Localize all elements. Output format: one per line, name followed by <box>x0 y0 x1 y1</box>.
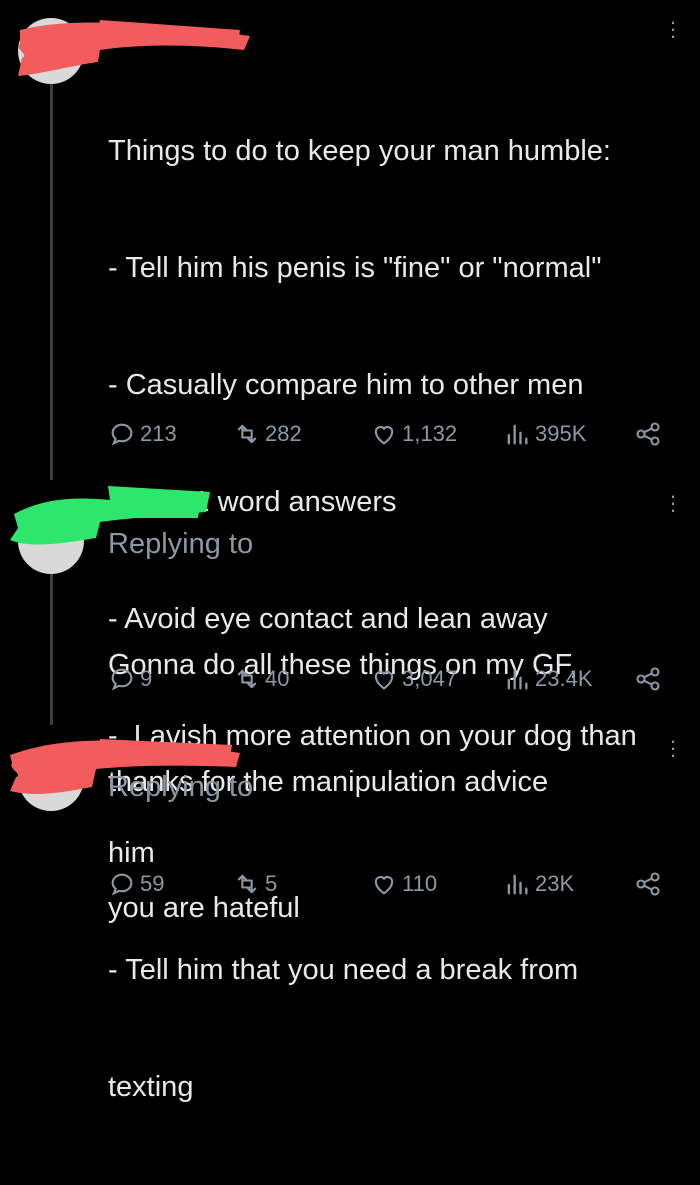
heart-icon <box>374 671 394 690</box>
more-options-icon[interactable]: · · · <box>668 11 678 47</box>
tweet-actions: 213 282 1,132 395K <box>108 420 668 450</box>
retweet-count: 5 <box>265 871 278 896</box>
views-button[interactable]: 395K <box>503 420 586 448</box>
like-button[interactable]: 1,132 <box>370 420 457 448</box>
view-count: 23K <box>535 871 575 896</box>
reply-button[interactable]: 9 <box>108 665 152 693</box>
views-icon <box>507 874 528 895</box>
reply-count: 59 <box>140 871 165 896</box>
like-count: 1,132 <box>402 421 458 446</box>
reply-count: 9 <box>140 666 153 691</box>
share-icon <box>636 422 660 446</box>
reply-count: 213 <box>140 421 177 446</box>
share-button[interactable] <box>634 870 662 898</box>
like-count: 110 <box>402 871 438 896</box>
tweet-line: - Casually compare him to other men <box>108 369 584 401</box>
tweet-actions: 59 5 110 23K <box>108 870 668 900</box>
like-button[interactable]: 3,047 <box>370 665 457 693</box>
retweet-button[interactable]: 40 <box>233 665 289 693</box>
replying-to: Replying to <box>108 771 254 803</box>
tweet-line: - Tell him his penis is "fine" or "norma… <box>108 252 602 284</box>
share-icon <box>636 667 660 691</box>
view-count: 23.4K <box>535 666 593 691</box>
retweet-button[interactable]: 282 <box>233 420 302 448</box>
reply-icon <box>111 873 133 896</box>
views-icon <box>507 669 528 690</box>
tweet[interactable]: · · · Replying to Gonna do all these thing… <box>0 470 700 798</box>
reply-icon <box>111 668 133 691</box>
like-count: 3,047 <box>402 666 458 691</box>
retweet-button[interactable]: 5 <box>233 870 277 898</box>
replying-to: Replying to <box>108 528 254 560</box>
reply-icon <box>111 423 133 446</box>
more-options-icon[interactable]: · · · <box>668 730 678 766</box>
reply-button[interactable]: 59 <box>108 870 164 898</box>
heart-icon <box>374 426 394 445</box>
tweet-line: Things to do to keep your man humble: <box>108 135 611 167</box>
retweet-icon <box>237 424 257 444</box>
heart-icon <box>374 876 394 895</box>
tweet[interactable]: · · · Replying to you are hateful 59 5 110… <box>0 715 700 924</box>
more-options-icon[interactable]: · · · <box>668 485 678 521</box>
share-button[interactable] <box>634 420 662 448</box>
reply-button[interactable]: 213 <box>108 420 177 448</box>
tweet-line: texting <box>108 1071 194 1103</box>
retweet-count: 282 <box>265 421 302 446</box>
share-icon <box>636 872 660 896</box>
retweet-count: 40 <box>265 666 290 691</box>
tweet-actions: 9 40 3,047 23.4K <box>108 665 668 695</box>
tweet-text: you are hateful <box>108 811 683 1006</box>
retweet-icon <box>237 874 257 894</box>
views-button[interactable]: 23.4K <box>503 665 593 693</box>
tweet[interactable]: · · · Things to do to keep your man humble… <box>0 0 700 1103</box>
share-button[interactable] <box>634 665 662 693</box>
views-icon <box>507 424 528 445</box>
view-count: 395K <box>535 421 587 446</box>
views-button[interactable]: 23K <box>503 870 574 898</box>
like-button[interactable]: 110 <box>370 870 437 898</box>
retweet-icon <box>237 669 257 689</box>
